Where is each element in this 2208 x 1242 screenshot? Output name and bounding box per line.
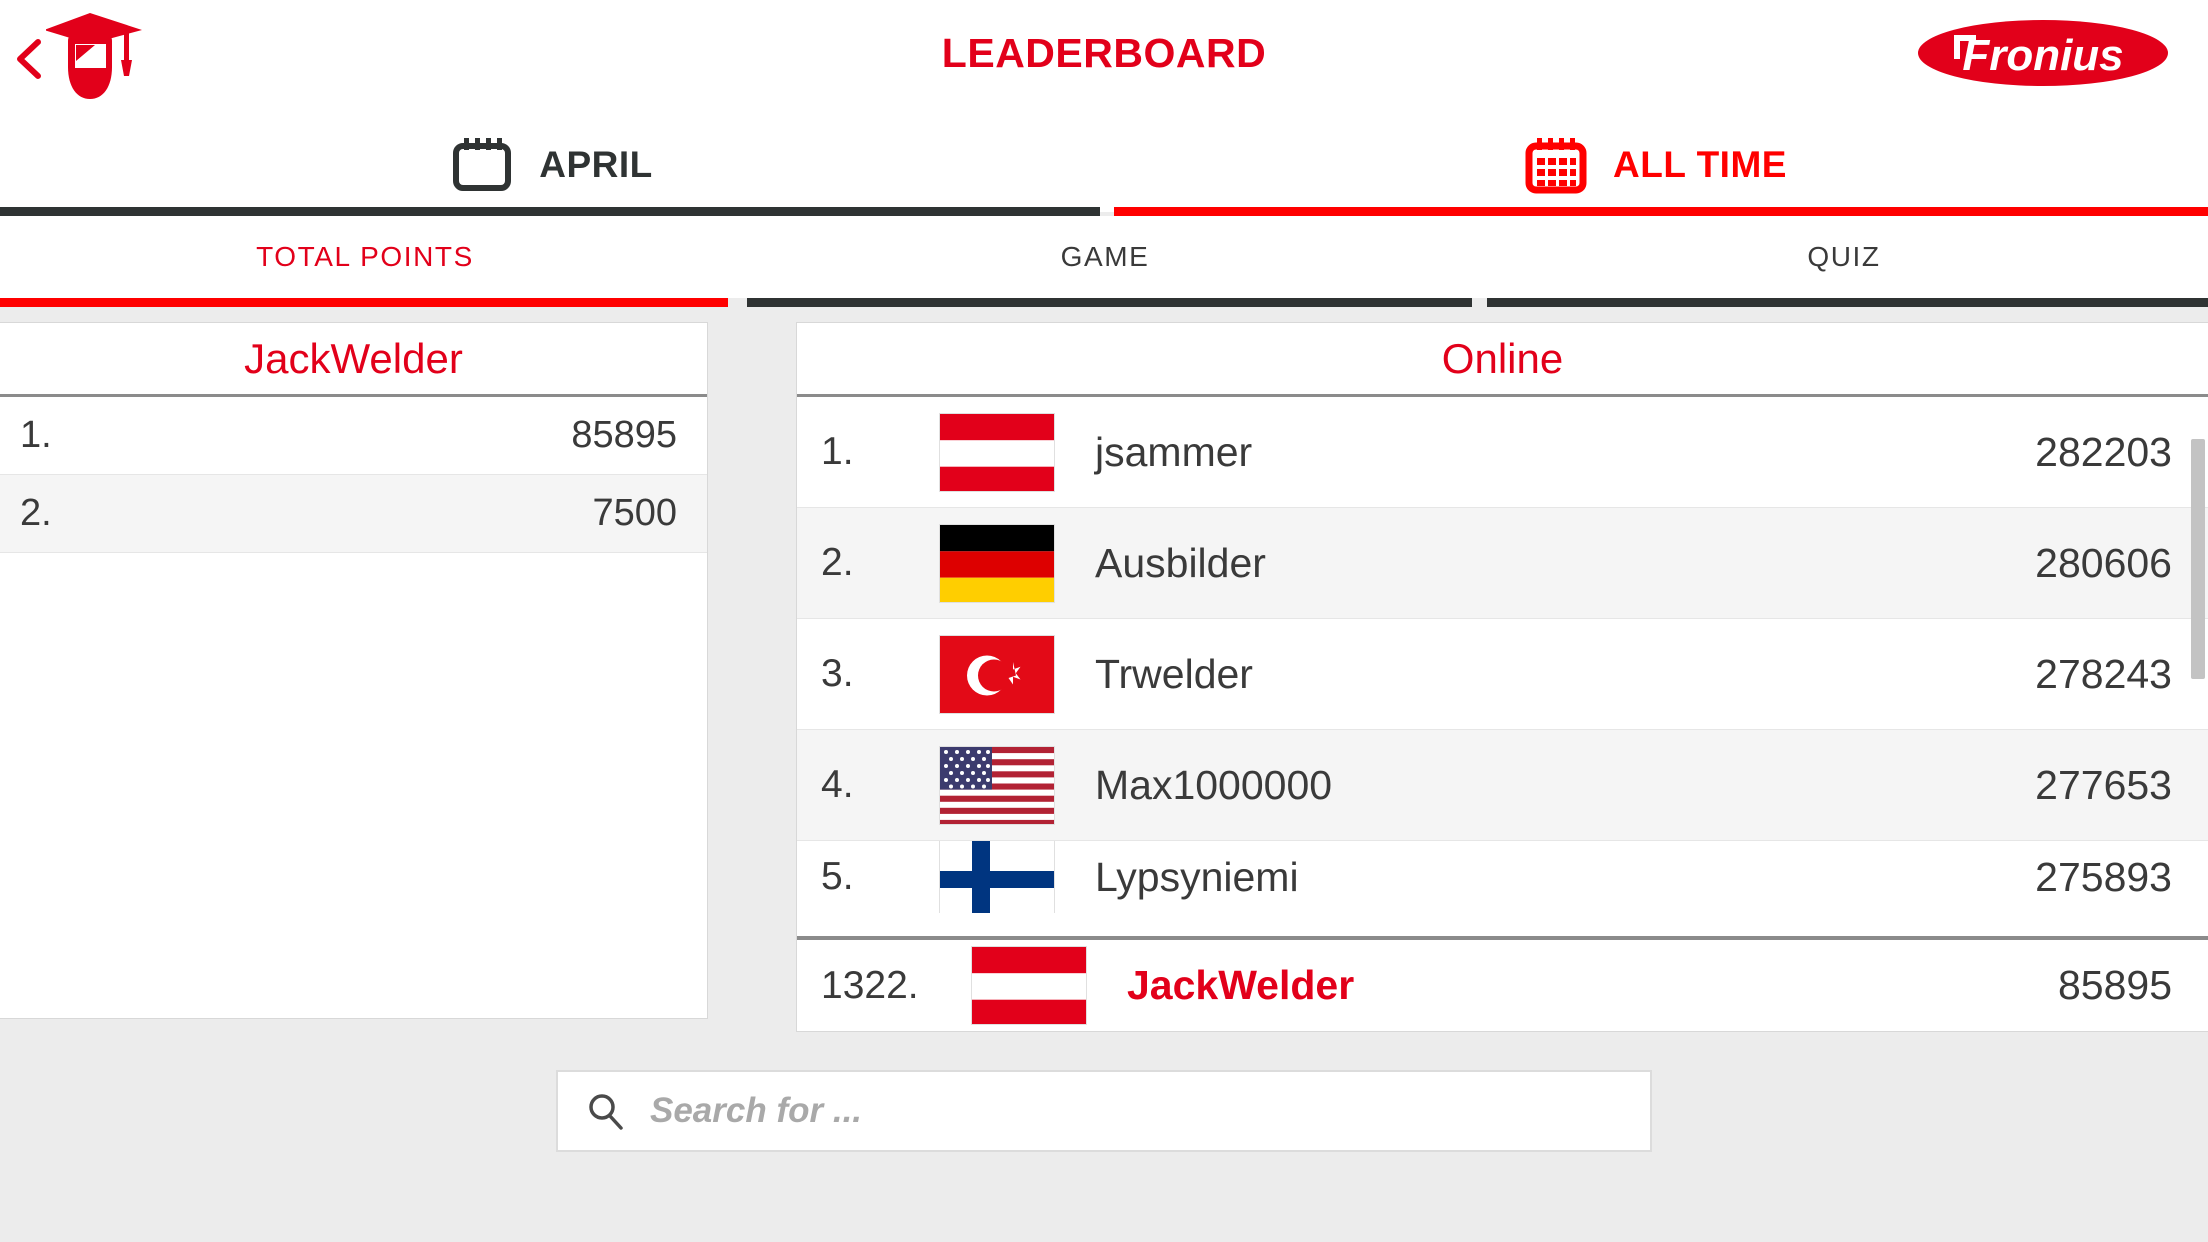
austria-flag-icon <box>971 946 1087 1025</box>
row-rank: 1322. <box>821 963 919 1007</box>
row-rank: 5. <box>821 855 854 898</box>
table-row[interactable]: 3. Trwelder 278243 <box>797 619 2208 730</box>
finland-flag-icon <box>939 841 1055 913</box>
row-username: Lypsyniemi <box>1095 853 1299 900</box>
tab-game[interactable]: GAME <box>730 216 1480 298</box>
sub-underline-total-points <box>0 298 728 307</box>
category-tab-underline <box>0 298 2208 307</box>
row-rank: 2. <box>20 492 52 534</box>
row-score: 278243 <box>2035 650 2172 697</box>
row-score: 277653 <box>2035 761 2172 808</box>
row-rank: 1. <box>821 430 854 473</box>
table-row[interactable]: 1. jsammer 282203 <box>797 397 2208 508</box>
list-scrollbar[interactable] <box>2191 401 2205 961</box>
leaderboard-screen: LEADERBOARD Fronius APRIL ALL TIME TOTAL… <box>0 0 2208 1242</box>
row-rank: 1. <box>20 414 52 456</box>
personal-panel-title: JackWelder <box>244 334 463 382</box>
row-rank: 2. <box>821 541 854 584</box>
row-username: Ausbilder <box>1095 539 1266 586</box>
tab-april-label: APRIL <box>539 144 653 185</box>
pinned-own-rank-row[interactable]: 1322. JackWelder 85895 <box>797 936 2208 1031</box>
row-score: 280606 <box>2035 539 2172 586</box>
fronius-logo: Fronius <box>1918 20 2168 86</box>
svg-text:Fronius: Fronius <box>1962 31 2123 80</box>
period-tab-bar: APRIL ALL TIME <box>0 118 2208 212</box>
personal-score-panel: JackWelder 1. 85895 2. 7500 <box>0 322 708 1019</box>
row-score: 85895 <box>2057 962 2172 1008</box>
search-input[interactable]: Search for ... <box>556 1070 1652 1152</box>
online-panel-header: Online <box>797 323 2208 397</box>
row-score: 275893 <box>2035 853 2172 900</box>
period-underline-april <box>0 207 1100 216</box>
row-username: JackWelder <box>1127 962 1355 1008</box>
page-title: LEADERBOARD <box>941 30 1267 76</box>
turkey-flag-icon <box>939 634 1055 714</box>
table-row[interactable]: 5. Lypsyniemi 275893 <box>797 841 2208 913</box>
period-tab-underline <box>0 207 2208 216</box>
row-score: 85895 <box>571 414 677 456</box>
table-row[interactable]: 1. 85895 <box>0 397 707 475</box>
scrollbar-thumb[interactable] <box>2191 439 2205 679</box>
tab-all-time-label: ALL TIME <box>1613 144 1787 185</box>
austria-flag-icon <box>939 412 1055 492</box>
sub-underline-quiz <box>1487 298 2208 307</box>
row-rank: 4. <box>821 763 854 806</box>
search-icon <box>589 1094 623 1130</box>
row-username: jsammer <box>1095 428 1253 475</box>
germany-flag-icon <box>939 523 1055 603</box>
period-underline-all-time <box>1114 207 2208 216</box>
tab-april[interactable]: APRIL <box>0 118 1104 212</box>
table-row[interactable]: 2. Ausbilder 280606 <box>797 508 2208 619</box>
online-ranking-list[interactable]: 1. jsammer 282203 2. Ausbilder 280606 3.… <box>797 397 2208 913</box>
calendar-grid-icon <box>1525 138 1587 194</box>
bottom-strip <box>0 1188 2208 1242</box>
leaderboard-panels: JackWelder 1. 85895 2. 7500 Online 1. js… <box>0 322 2208 1032</box>
row-rank: 3. <box>821 652 854 695</box>
tab-quiz[interactable]: QUIZ <box>1480 216 2208 298</box>
row-username: Max1000000 <box>1095 761 1333 808</box>
calendar-blank-icon <box>453 138 512 191</box>
category-tab-bar: TOTAL POINTS GAME QUIZ <box>0 216 2208 298</box>
online-ranking-panel: Online 1. jsammer 282203 2. Ausbilder 28… <box>796 322 2208 1032</box>
tab-all-time[interactable]: ALL TIME <box>1104 118 2208 212</box>
personal-score-list: 1. 85895 2. 7500 <box>0 397 707 553</box>
app-header: LEADERBOARD Fronius <box>0 0 2208 118</box>
row-username: Trwelder <box>1095 650 1253 697</box>
search-placeholder: Search for ... <box>650 1091 863 1130</box>
row-score: 7500 <box>592 492 677 534</box>
sub-underline-game <box>747 298 1472 307</box>
row-score: 282203 <box>2035 428 2172 475</box>
personal-panel-header: JackWelder <box>0 323 707 397</box>
usa-flag-icon <box>939 745 1055 825</box>
online-panel-title: Online <box>1441 334 1564 382</box>
table-row[interactable]: 2. 7500 <box>0 475 707 553</box>
table-row[interactable]: 4. Max1000000 277653 <box>797 730 2208 841</box>
tab-total-points[interactable]: TOTAL POINTS <box>0 216 730 298</box>
